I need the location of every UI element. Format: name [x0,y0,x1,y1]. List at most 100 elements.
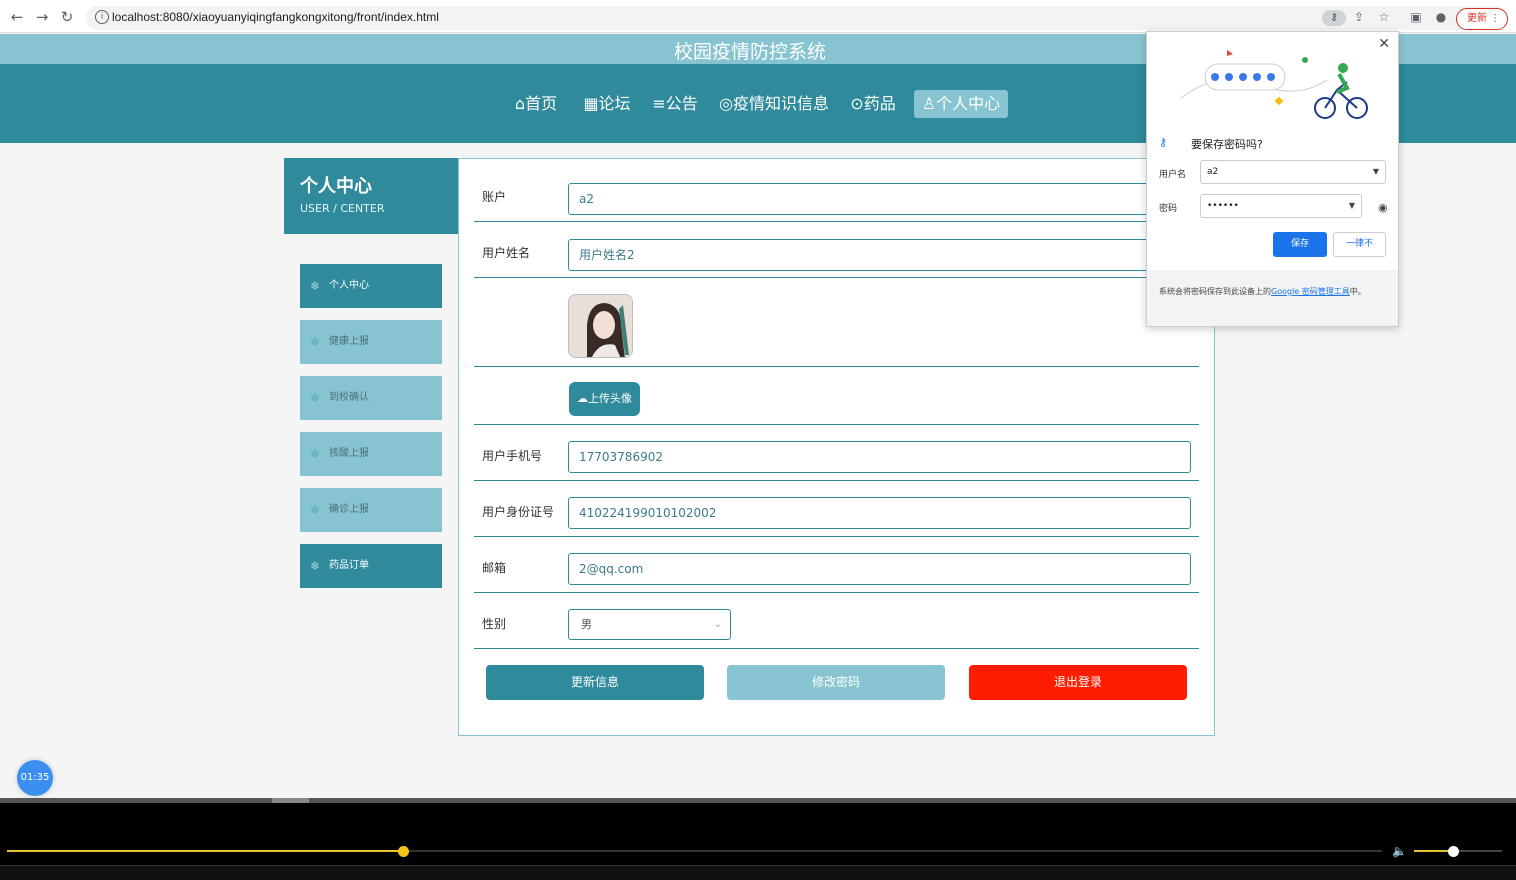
address-bar[interactable]: i localhost:8080/xiaoyuanyiqingfangkongx… [86,6,1506,30]
never-save-button[interactable]: 一律不 [1333,232,1386,257]
chevron-down-icon: ⌄ [713,619,722,630]
divider [474,536,1199,537]
upload-avatar-label: 上传头像 [588,392,632,405]
sidebar-item-user-center[interactable]: ❄ 个人中心 [300,264,442,308]
reload-icon[interactable]: ↻ [58,8,76,26]
progress-knob[interactable] [398,846,409,857]
video-player-bar: 🔈 [0,798,1516,880]
upload-avatar-button[interactable]: ☁上传头像 [569,382,640,416]
email-input[interactable]: 2@qq.com [568,553,1191,585]
username-label: 用户名 [1159,170,1187,180]
nav-forum[interactable]: ▦论坛 [583,90,631,118]
phone-input[interactable]: 17703786902 [568,441,1191,473]
sidebar-title: 个人中心 [300,176,372,197]
password-label: 密码 [1159,204,1178,214]
sidebar-item-label: 到校确认 [329,392,369,403]
browser-toolbar: ← → ↻ i localhost:8080/xiaoyuanyiqingfan… [0,0,1516,33]
divider [474,424,1199,425]
popup-title: 要保存密码吗? [1191,138,1263,151]
snowflake-icon: ❄ [310,335,321,349]
player-bottom-strip [0,865,1516,880]
cloud-upload-icon: ☁ [577,392,588,405]
gender-label: 性别 [482,617,507,631]
account-input[interactable]: a2 [568,183,1191,215]
divider [474,366,1199,367]
forward-icon[interactable]: → [33,8,51,26]
star-icon[interactable]: ☆ [1377,10,1391,24]
update-label: 更新 [1467,13,1487,24]
sidebar-item-arrival-confirm[interactable]: ❄ 到校确认 [300,376,442,420]
nav-notice[interactable]: ≡公告 [651,90,699,118]
name-input[interactable]: 用户姓名2 [568,239,1191,271]
sidebar-item-label: 个人中心 [329,280,369,291]
info-icon[interactable]: i [95,10,109,24]
sidebar-item-nucleic-report[interactable]: ❄ 核酸上报 [300,432,442,476]
save-password-button[interactable]: 保存 [1273,232,1327,257]
idcard-label: 用户身份证号 [482,505,555,519]
key-icon: ⚷ [1159,136,1168,149]
profile-icon[interactable]: ● [1434,10,1448,24]
avatar [568,294,633,358]
sidebar-item-label: 确诊上报 [329,504,369,515]
password-manager-link[interactable]: Google 密码管理工具 [1271,287,1350,296]
recording-timer[interactable]: 01:35 [17,760,53,796]
sidebar-item-label: 药品订单 [329,560,369,571]
nav-user-center[interactable]: ♙个人中心 [914,90,1008,118]
username-field[interactable]: a2 ▼ [1200,160,1386,184]
scroll-thumb[interactable] [272,798,309,803]
snowflake-icon: ❄ [310,503,321,517]
volume-fill [1414,850,1453,852]
password-illustration [1180,50,1368,119]
eye-icon[interactable]: ◉ [1378,201,1388,214]
change-password-button[interactable]: 修改密码 [727,665,945,700]
divider [474,480,1199,481]
update-info-button[interactable]: 更新信息 [486,665,704,700]
gender-select[interactable]: 男 ⌄ [568,609,731,640]
divider [474,277,1199,278]
progress-track[interactable] [7,850,1382,852]
save-password-popup: ✕ ⚷ 要保存密码吗? 用户名 a2 ▼ 密码 •••••• ▼ ◉ 保存 一律… [1146,31,1399,327]
sidebar-item-label: 核酸上报 [329,448,369,459]
divider [474,221,1199,222]
volume-knob[interactable] [1447,846,1459,857]
progress-fill [7,850,403,852]
update-button[interactable]: 更新 ⋮ [1456,8,1508,30]
footer-text: 系统会将密码保存到此设备上的 [1159,287,1271,296]
nav-medicine[interactable]: ⊙药品 [849,90,897,118]
key-icon[interactable]: ⚷ [1322,10,1346,26]
dropdown-arrow-icon: ▼ [1372,167,1379,176]
sidebar-header: 个人中心 USER / CENTER [284,158,458,234]
username-value: a2 [1207,167,1219,177]
password-field[interactable]: •••••• ▼ [1200,194,1362,218]
avatar-image [569,295,632,357]
sidebar-item-medicine-orders[interactable]: ❄ 药品订单 [300,544,442,588]
sidebar-item-health-report[interactable]: ❄ 健康上报 [300,320,442,364]
name-label: 用户姓名 [482,246,531,260]
divider [474,592,1199,593]
gender-value: 男 [581,618,592,631]
phone-label: 用户手机号 [482,449,543,463]
back-icon[interactable]: ← [8,8,26,26]
nav-knowledge[interactable]: ◎疫情知识信息 [718,90,830,118]
sidepanel-icon[interactable]: ▣ [1409,10,1423,24]
dropdown-arrow-icon: ▼ [1348,201,1355,210]
close-icon[interactable]: ✕ [1378,36,1390,52]
snowflake-icon: ❄ [310,279,321,293]
sidebar-item-diagnosis-report[interactable]: ❄ 确诊上报 [300,488,442,532]
share-icon[interactable]: ⇪ [1352,10,1366,24]
volume-icon[interactable]: 🔈 [1392,844,1407,858]
email-label: 邮箱 [482,561,507,575]
footer-end: 中。 [1349,287,1366,296]
page-scroll-strip [0,798,1516,803]
divider [474,648,1199,649]
idcard-input[interactable]: 410224199010102002 [568,497,1191,529]
snowflake-icon: ❄ [310,391,321,405]
logout-button[interactable]: 退出登录 [969,665,1187,700]
snowflake-icon: ❄ [310,447,321,461]
popup-footer: 系统会将密码保存到此设备上的Google 密码管理工具中。 [1147,270,1398,326]
account-label: 账户 [482,190,507,204]
sidebar-item-label: 健康上报 [329,336,369,347]
nav-home[interactable]: ⌂首页 [512,90,560,118]
url-text: localhost:8080/xiaoyuanyiqingfangkongxit… [112,10,439,24]
sidebar-subtitle: USER / CENTER [300,202,385,215]
